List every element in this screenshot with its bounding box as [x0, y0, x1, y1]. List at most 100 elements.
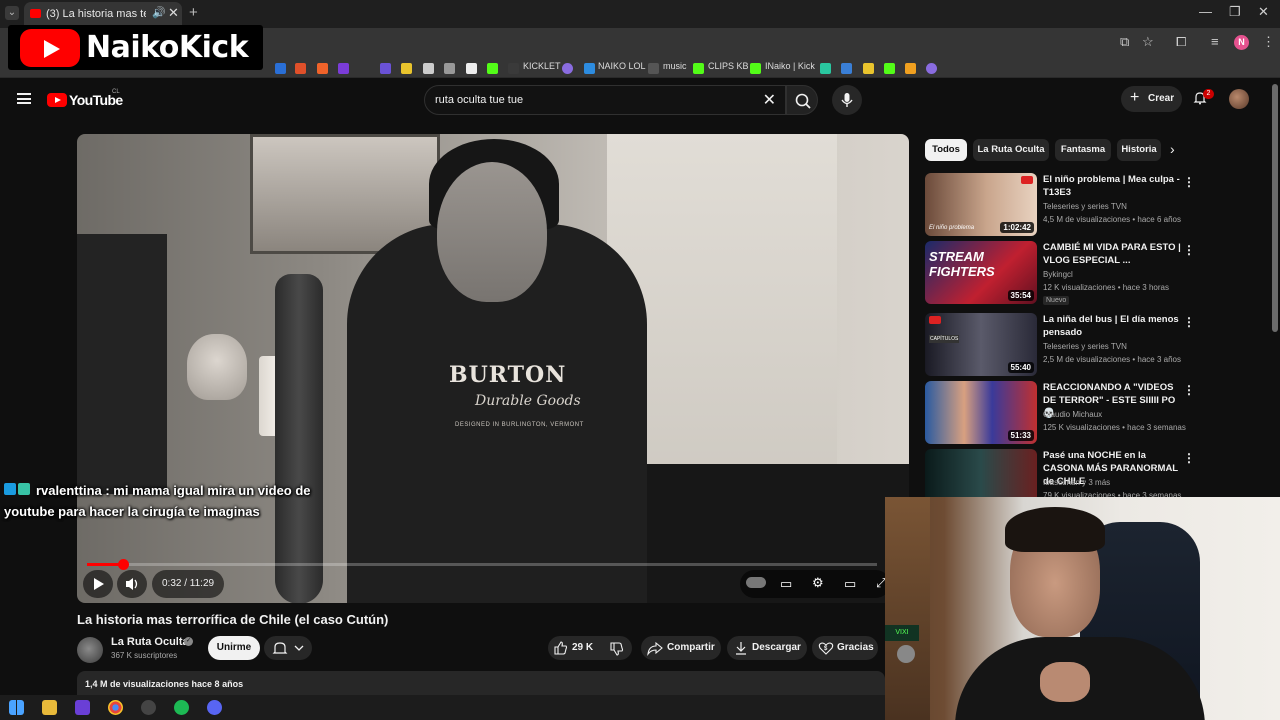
- more-options-icon[interactable]: ⋮: [1183, 383, 1195, 397]
- spotify-icon[interactable]: [174, 700, 189, 715]
- extensions-icon[interactable]: ⧠: [1176, 34, 1186, 50]
- chip-historia[interactable]: Historia: [1117, 139, 1161, 161]
- bookmark-icon[interactable]: [275, 60, 286, 75]
- bookmark-icon[interactable]: [863, 60, 874, 75]
- volume-button[interactable]: [117, 570, 147, 598]
- file-explorer-icon[interactable]: [42, 700, 57, 715]
- bookmark-icon[interactable]: [380, 60, 391, 75]
- chip-la-ruta-oculta[interactable]: La Ruta Oculta: [973, 139, 1049, 161]
- bookmark-icon[interactable]: [295, 60, 306, 75]
- subtitles-icon[interactable]: ▭: [780, 576, 792, 592]
- more-options-icon[interactable]: ⋮: [1183, 315, 1195, 329]
- autoplay-toggle[interactable]: [746, 577, 766, 588]
- bookmark-icon[interactable]: [905, 60, 916, 75]
- restore-button[interactable]: ❐: [1229, 4, 1241, 20]
- more-options-icon[interactable]: ⋮: [1183, 243, 1195, 257]
- bookmark-icon[interactable]: [584, 60, 595, 75]
- more-options-icon[interactable]: ⋮: [1183, 175, 1195, 189]
- recommendation-item[interactable]: El niño problema 1:02:42 El niño problem…: [925, 173, 1195, 239]
- browser-tab[interactable]: (3) La historia mas terrorífica 🔊 ✕: [24, 2, 182, 26]
- chip-todos[interactable]: Todos: [925, 139, 967, 161]
- clear-search-icon[interactable]: ✕: [763, 90, 776, 110]
- bookmark-icon[interactable]: [444, 60, 455, 75]
- thumbs-up-icon[interactable]: [553, 640, 569, 656]
- chip-fantasma[interactable]: Fantasma: [1055, 139, 1111, 161]
- join-button[interactable]: Unirme: [208, 636, 260, 660]
- bookmark-icon[interactable]: [841, 60, 852, 75]
- bookmark-icon[interactable]: [648, 60, 659, 75]
- windows-start-icon[interactable]: [9, 700, 24, 715]
- bookmark-icon[interactable]: [317, 60, 328, 75]
- chrome-icon[interactable]: [108, 700, 123, 715]
- recommendation-thumbnail[interactable]: El niño problema 1:02:42: [925, 173, 1037, 236]
- new-tab-icon[interactable]: +: [189, 4, 198, 21]
- thanks-button[interactable]: $ Gracias: [812, 636, 878, 660]
- video-progress-bar[interactable]: [87, 559, 877, 570]
- subscription-bell-button[interactable]: [264, 636, 312, 660]
- chevron-right-icon[interactable]: ›: [1170, 141, 1175, 157]
- recommendation-title[interactable]: La niña del bus | El día menos pensado: [1043, 313, 1183, 339]
- bookmark-icon[interactable]: [750, 60, 761, 75]
- channel-name[interactable]: La Ruta Oculta: [111, 636, 189, 648]
- video-player[interactable]: BURTON Durable Goods DESIGNED IN BURLING…: [77, 134, 909, 603]
- recommendation-thumbnail[interactable]: 51:33: [925, 381, 1037, 444]
- download-button[interactable]: Descargar: [727, 636, 807, 660]
- close-tab-icon[interactable]: ✕: [168, 5, 179, 21]
- settings-gear-icon[interactable]: ⚙: [812, 575, 824, 591]
- theater-mode-icon[interactable]: ▭: [844, 576, 856, 592]
- bookmark-icon[interactable]: [884, 60, 895, 75]
- hamburger-menu-icon[interactable]: [17, 93, 31, 104]
- account-avatar[interactable]: [1229, 89, 1249, 109]
- bookmark-clips-kb[interactable]: CLIPS KB: [708, 61, 749, 71]
- bookmark-icon[interactable]: [562, 60, 573, 75]
- recommendation-item[interactable]: STREAM FIGHTERS 35:54 CAMBIÉ MI VIDA PAR…: [925, 241, 1195, 307]
- share-button[interactable]: Compartir: [641, 636, 721, 660]
- cast-icon[interactable]: ⧉: [1120, 34, 1129, 50]
- recommendation-thumbnail[interactable]: CAPÍTULOS 55:40: [925, 313, 1037, 376]
- bookmark-icon[interactable]: [820, 60, 831, 75]
- voice-search-button[interactable]: [832, 85, 862, 115]
- recommendation-title[interactable]: El niño problema | Mea culpa - T13E3: [1043, 173, 1183, 199]
- bookmark-naiko-lol[interactable]: NAIKO LOL: [598, 61, 646, 71]
- recommendation-channel[interactable]: Claudio Michaux: [1043, 410, 1102, 419]
- tab-search-icon[interactable]: ⌄: [5, 6, 19, 20]
- discord-icon[interactable]: [207, 700, 222, 715]
- close-window-button[interactable]: ✕: [1258, 4, 1269, 20]
- bookmark-kicklet[interactable]: KICKLET: [523, 61, 561, 71]
- like-count[interactable]: 29 K: [572, 642, 593, 653]
- app-icon[interactable]: [141, 700, 156, 715]
- youtube-logo-icon[interactable]: [47, 93, 67, 107]
- search-query[interactable]: ruta oculta tue tue: [435, 94, 523, 106]
- recommendation-channel[interactable]: Teleseries y series TVN: [1043, 202, 1127, 211]
- bookmark-icon[interactable]: [423, 60, 434, 75]
- bookmark-icon[interactable]: [693, 60, 704, 75]
- menu-icon[interactable]: ⋮: [1262, 34, 1275, 50]
- speaker-icon[interactable]: 🔊: [152, 6, 166, 19]
- create-button[interactable]: + Crear: [1121, 86, 1182, 112]
- star-icon[interactable]: ☆: [1142, 34, 1154, 50]
- app-icon[interactable]: [75, 700, 90, 715]
- more-options-icon[interactable]: ⋮: [1183, 451, 1195, 465]
- page-scrollbar[interactable]: [1272, 84, 1278, 332]
- bookmark-inaiko-kick[interactable]: INaiko | Kick: [765, 61, 815, 71]
- media-icon[interactable]: ≡: [1211, 34, 1219, 49]
- search-button[interactable]: [786, 85, 818, 115]
- play-button[interactable]: [83, 570, 113, 598]
- bookmark-music[interactable]: music: [663, 61, 687, 71]
- bookmark-icon[interactable]: [338, 60, 349, 75]
- recommendation-channel[interactable]: Bykingcl: [1043, 270, 1073, 279]
- recommendation-item[interactable]: CAPÍTULOS 55:40 La niña del bus | El día…: [925, 313, 1195, 379]
- bookmark-icon[interactable]: [487, 60, 498, 75]
- bookmark-icon[interactable]: [401, 60, 412, 75]
- recommendation-channel[interactable]: Ibascuñan y 3 más: [1043, 478, 1110, 487]
- bookmark-icon[interactable]: [508, 60, 519, 75]
- search-input[interactable]: ruta oculta tue tue ✕: [424, 85, 786, 115]
- minimize-button[interactable]: —: [1199, 4, 1212, 19]
- recommendation-channel[interactable]: Teleseries y series TVN: [1043, 342, 1127, 351]
- bookmark-icon[interactable]: [466, 60, 477, 75]
- profile-avatar[interactable]: N: [1234, 35, 1249, 50]
- recommendation-item[interactable]: 51:33 REACCIONANDO A "VIDEOS DE TERROR" …: [925, 381, 1195, 447]
- thumbs-down-icon[interactable]: [609, 641, 625, 657]
- recommendation-thumbnail[interactable]: STREAM FIGHTERS 35:54: [925, 241, 1037, 304]
- bookmark-icon[interactable]: [926, 60, 937, 75]
